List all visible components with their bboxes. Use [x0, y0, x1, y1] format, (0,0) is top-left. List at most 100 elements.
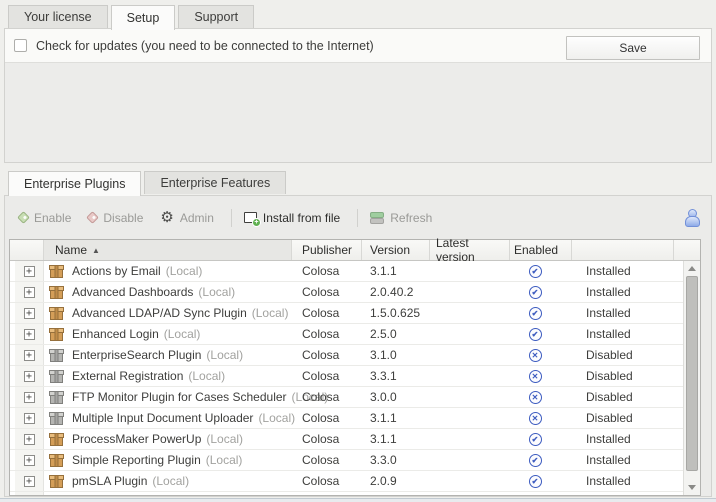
install-from-file-button[interactable]: + Install from file: [244, 211, 340, 225]
enabled-cell: ✔: [510, 429, 572, 449]
table-row[interactable]: + Actions by Email (Local) Colosa 3.1.1 …: [10, 261, 683, 282]
header-publisher[interactable]: Publisher: [292, 240, 362, 260]
version-cell: 3.1.1: [362, 408, 430, 428]
table-row[interactable]: + ProcessMaker PowerUp (Local) Colosa 3.…: [10, 429, 683, 450]
name-cell: Simple Reporting Plugin (Local): [44, 450, 292, 470]
header-latest-version[interactable]: Latest version: [430, 240, 510, 260]
plugins-grid: Name ▲ Publisher Version Latest version …: [9, 239, 701, 496]
latest-version-cell: [430, 324, 510, 344]
version-cell: 3.1.1: [362, 261, 430, 281]
version-cell: 3.0.0: [362, 387, 430, 407]
table-row[interactable]: + pmSLA Plugin (Local) Colosa 2.0.9 ✔ In…: [10, 471, 683, 492]
toolbar-separator: [357, 209, 358, 227]
scroll-down-button[interactable]: [684, 481, 700, 494]
table-row[interactable]: + Advanced Dashboards (Local) Colosa 2.0…: [10, 282, 683, 303]
table-row[interactable]: + Simple Reporting Plugin (Local) Colosa…: [10, 450, 683, 471]
check-for-updates-label: Check for updates (you need to be connec…: [36, 29, 374, 63]
publisher-cell: Colosa: [292, 471, 362, 491]
tab-enterprise-features[interactable]: Enterprise Features: [144, 171, 286, 194]
scroll-up-button[interactable]: [684, 262, 700, 275]
plugin-name: EnterpriseSearch Plugin: [72, 348, 201, 362]
plugin-name: FTP Monitor Plugin for Cases Scheduler: [72, 390, 287, 404]
package-icon: [49, 390, 64, 404]
expand-plus-icon[interactable]: +: [24, 392, 35, 403]
latest-version-cell: [430, 345, 510, 365]
check-for-updates-checkbox[interactable]: [14, 39, 27, 52]
vertical-scrollbar[interactable]: [683, 261, 700, 495]
plus-badge-icon: +: [252, 218, 261, 227]
expander-cell: +: [10, 303, 44, 323]
name-cell: ProcessMaker PowerUp (Local): [44, 429, 292, 449]
expand-plus-icon[interactable]: +: [24, 329, 35, 340]
table-row[interactable]: + FTP Monitor Plugin for Cases Scheduler…: [10, 387, 683, 408]
latest-version-cell: [430, 450, 510, 470]
enable-button-label: Enable: [34, 211, 71, 225]
plugin-scope: (Local): [252, 306, 289, 320]
publisher-cell: Colosa: [292, 429, 362, 449]
version-cell: 3.1.1: [362, 429, 430, 449]
status-cell: Installed: [572, 303, 674, 323]
name-cell: Enhanced Login (Local): [44, 324, 292, 344]
admin-button[interactable]: ⚙ Admin: [160, 210, 213, 225]
disable-button-label: Disable: [103, 211, 143, 225]
user-icon[interactable]: [684, 209, 699, 226]
grid-rows: + Actions by Email (Local) Colosa 3.1.1 …: [10, 261, 683, 495]
plugin-name: Simple Reporting Plugin: [72, 453, 201, 467]
enabled-cell: ✔: [510, 303, 572, 323]
table-row[interactable]: + Advanced LDAP/AD Sync Plugin (Local) C…: [10, 303, 683, 324]
plugin-name: Actions by Email: [72, 264, 161, 278]
enabled-cell: ✔: [510, 261, 572, 281]
table-row[interactable]: + Enhanced Login (Local) Colosa 2.5.0 ✔ …: [10, 324, 683, 345]
table-row[interactable]: + Multiple Input Document Uploader (Loca…: [10, 408, 683, 429]
scrollbar-thumb[interactable]: [686, 276, 698, 471]
expand-plus-icon[interactable]: +: [24, 476, 35, 487]
publisher-cell: Colosa: [292, 366, 362, 386]
enabled-state-icon: ✔: [529, 454, 542, 467]
publisher-cell: Colosa: [292, 345, 362, 365]
expand-plus-icon[interactable]: +: [24, 413, 35, 424]
plugin-scope: (Local): [258, 411, 295, 425]
disable-button[interactable]: Disable: [88, 211, 143, 225]
enabled-cell: ✕: [510, 408, 572, 428]
expander-cell: +: [10, 429, 44, 449]
status-cell: Installed: [572, 261, 674, 281]
tab-setup[interactable]: Setup: [111, 5, 176, 30]
header-status-column[interactable]: [572, 240, 674, 260]
enabled-cell: ✕: [510, 387, 572, 407]
enabled-state-icon: ✕: [529, 391, 542, 404]
plugin-name: External Registration: [72, 369, 183, 383]
enabled-state-icon: ✔: [529, 433, 542, 446]
tab-your-license[interactable]: Your license: [8, 5, 108, 28]
tab-enterprise-features-label: Enterprise Features: [160, 176, 270, 190]
tab-support[interactable]: Support: [178, 5, 254, 28]
publisher-cell: Colosa: [292, 261, 362, 281]
expand-plus-icon[interactable]: +: [24, 371, 35, 382]
table-row[interactable]: + EnterpriseSearch Plugin (Local) Colosa…: [10, 345, 683, 366]
plugin-scope: (Local): [164, 327, 201, 341]
enabled-cell: ✔: [510, 471, 572, 491]
expand-plus-icon[interactable]: +: [24, 266, 35, 277]
expand-plus-icon[interactable]: +: [24, 287, 35, 298]
save-button[interactable]: Save: [566, 36, 700, 60]
expand-plus-icon[interactable]: +: [24, 434, 35, 445]
header-name[interactable]: Name ▲: [44, 240, 292, 260]
expand-plus-icon[interactable]: +: [24, 350, 35, 361]
enabled-state-icon: ✔: [529, 328, 542, 341]
sort-asc-icon: ▲: [92, 246, 100, 255]
header-enabled[interactable]: Enabled: [510, 240, 572, 260]
publisher-cell: Colosa: [292, 303, 362, 323]
enable-button[interactable]: Enable: [19, 211, 71, 225]
tab-enterprise-plugins-label: Enterprise Plugins: [24, 177, 125, 191]
name-cell: Advanced LDAP/AD Sync Plugin (Local): [44, 303, 292, 323]
table-row[interactable]: + ✕: [10, 492, 683, 495]
expand-plus-icon[interactable]: +: [24, 455, 35, 466]
table-row[interactable]: + External Registration (Local) Colosa 3…: [10, 366, 683, 387]
expander-cell: +: [10, 324, 44, 344]
header-version[interactable]: Version: [362, 240, 430, 260]
plugin-name: Multiple Input Document Uploader: [72, 411, 253, 425]
expander-cell: +: [10, 408, 44, 428]
tab-enterprise-plugins[interactable]: Enterprise Plugins: [8, 171, 141, 196]
refresh-button[interactable]: Refresh: [370, 211, 432, 225]
expand-plus-icon[interactable]: +: [24, 308, 35, 319]
latest-version-cell: [430, 303, 510, 323]
